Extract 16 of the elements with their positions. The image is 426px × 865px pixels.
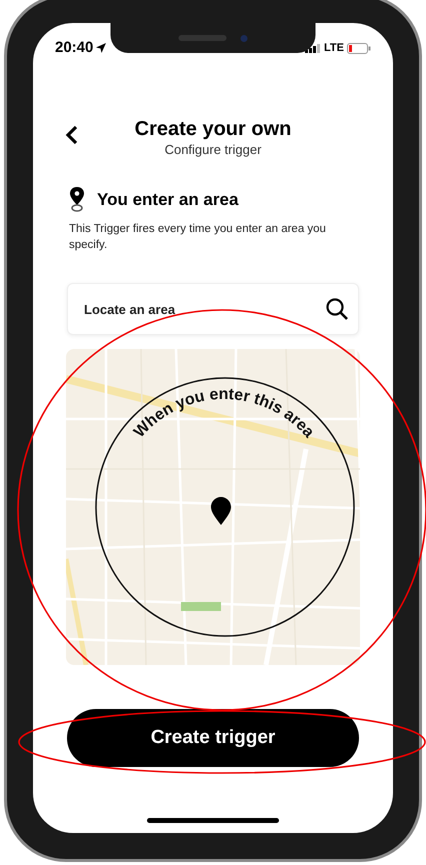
map-pin-icon [211,497,231,525]
search-icon[interactable] [325,297,349,321]
trigger-title: You enter an area [97,189,238,212]
search-field[interactable]: Locate an area [67,283,359,335]
back-icon[interactable] [65,125,78,145]
trigger-description: This Trigger fires every time you enter an area you specify. [68,222,327,253]
signal-icon [305,43,322,53]
location-arrow-icon [96,43,106,53]
location-pin-icon [69,187,85,213]
battery-icon [347,42,371,54]
page-title: Create your own [134,117,292,141]
speaker-grille [178,35,226,41]
status-time: 20:40 [55,38,94,58]
network-label: LTE [324,40,344,56]
create-trigger-button[interactable]: Create trigger [67,709,359,767]
page-subtitle: Configure trigger [164,141,262,159]
